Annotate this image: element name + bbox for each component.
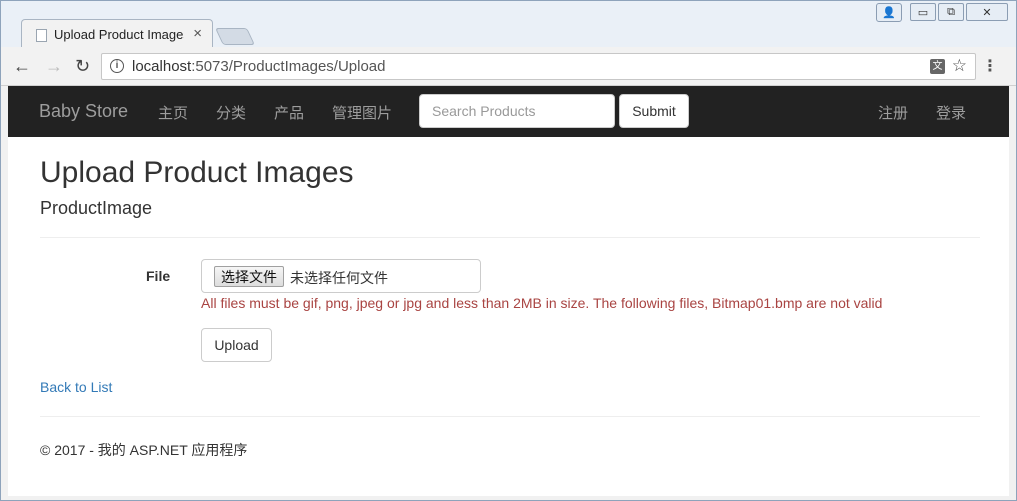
user-profile-icon[interactable]: 👤 [876,3,902,22]
upload-button[interactable]: Upload [201,328,272,362]
info-icon[interactable]: i [110,59,124,73]
translate-icon[interactable]: 文 [930,59,945,74]
divider [40,237,980,238]
nav-link-home[interactable]: 主页 [158,102,188,123]
no-file-chosen-text: 未选择任何文件 [290,270,388,286]
footer-text: © 2017 - 我的 ASP.NET 应用程序 [40,442,248,458]
validation-error: All files must be gif, png, jpeg or jpg … [201,295,883,311]
url-host: localhost [132,58,192,75]
bookmark-star-icon[interactable]: ☆ [952,56,967,76]
search-submit-button[interactable]: Submit [619,94,689,128]
page-title: Upload Product Images [40,156,354,189]
nav-link-categories[interactable]: 分类 [216,102,246,123]
choose-file-button[interactable]: 选择文件 [214,266,284,287]
address-bar[interactable]: i localhost:5073/ProductImages/Upload 文 … [101,53,976,80]
tab-close-icon[interactable]: × [193,25,202,42]
page-viewport: Baby Store 主页 分类 产品 管理图片 Submit 注册 登录 Up… [8,86,1009,496]
file-input[interactable]: 选择文件 未选择任何文件 [201,259,481,293]
close-window-button[interactable]: ✕ [966,3,1008,21]
browser-window: Upload Product Images × 👤 ▭ ⧉ ✕ ← → ↻ i … [0,0,1017,501]
site-navbar: Baby Store 主页 分类 产品 管理图片 Submit 注册 登录 [8,86,1009,137]
window-controls: ▭ ⧉ ✕ [910,3,1008,21]
nav-link-products[interactable]: 产品 [274,102,304,123]
url-text[interactable]: localhost:5073/ProductImages/Upload [132,58,386,75]
forward-arrow-icon[interactable]: → [45,56,63,77]
nav-link-login[interactable]: 登录 [936,102,966,123]
reload-icon[interactable]: ↻ [75,56,90,77]
minimize-button[interactable]: ▭ [910,3,936,21]
page-subtitle: ProductImage [40,198,153,218]
nav-link-manage-images[interactable]: 管理图片 [332,102,392,123]
url-path: :5073/ProductImages/Upload [191,58,386,75]
browser-menu-icon[interactable]: ⋮ [982,56,998,76]
browser-toolbar: ← → ↻ i localhost:5073/ProductImages/Upl… [1,47,1016,86]
nav-link-register[interactable]: 注册 [878,102,908,123]
tab-title: Upload Product Images [54,27,184,42]
page-favicon-icon [36,29,47,42]
brand-link[interactable]: Baby Store [39,101,128,122]
back-to-list-link[interactable]: Back to List [40,379,112,395]
file-label: File [146,268,171,284]
maximize-button[interactable]: ⧉ [938,3,964,21]
back-arrow-icon[interactable]: ← [13,56,31,77]
new-tab-button[interactable] [215,28,255,45]
search-input[interactable] [419,94,615,128]
footer-divider [40,416,980,417]
browser-tab[interactable]: Upload Product Images × [21,19,213,48]
title-bar: Upload Product Images × 👤 ▭ ⧉ ✕ [1,1,1016,48]
